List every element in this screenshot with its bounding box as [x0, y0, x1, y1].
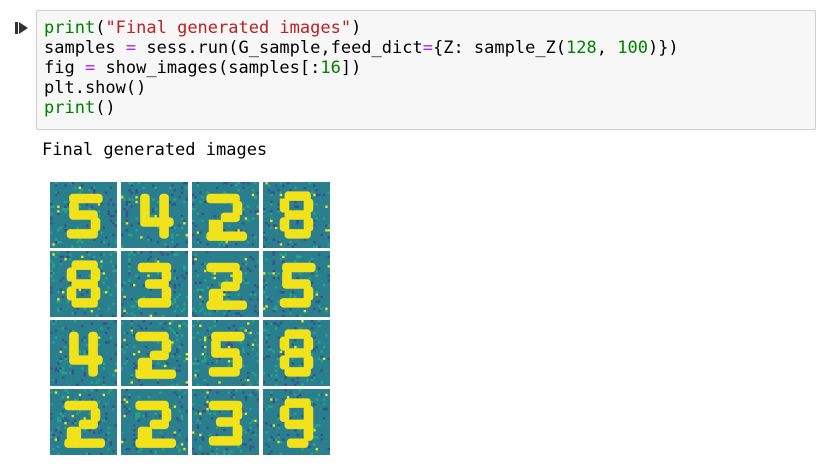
generated-image-tile	[121, 251, 188, 317]
code-token: ()	[95, 98, 116, 118]
generated-image-tile	[192, 251, 259, 317]
generated-image-tile	[50, 320, 117, 386]
output-stream-text: Final generated images	[42, 140, 268, 160]
code-token: 16	[320, 58, 341, 78]
code-token: "Final generated images"	[105, 18, 352, 38]
code-token: )})	[647, 38, 679, 58]
code-token: ,	[596, 38, 618, 58]
code-cell-input[interactable]: print("Final generated images") samples …	[36, 10, 816, 130]
code-token: )	[351, 18, 362, 38]
code-editor[interactable]: print("Final generated images") samples …	[44, 18, 679, 118]
generated-images-figure	[50, 182, 332, 458]
code-line: samples = sess.run(G_sample,feed_dict={Z…	[44, 38, 679, 58]
generated-image-tile	[50, 389, 117, 455]
code-token: 100	[617, 38, 648, 58]
code-line: print("Final generated images")	[44, 18, 361, 38]
code-line: fig = show_images(samples[:16])	[44, 58, 361, 78]
generated-image-tile	[263, 389, 330, 455]
generated-image-tile	[263, 320, 330, 386]
code-token: samples	[44, 38, 126, 58]
generated-image-tile	[121, 389, 188, 455]
code-token: print	[44, 98, 96, 118]
generated-image-tile	[263, 251, 330, 317]
generated-image-tile	[50, 251, 117, 317]
generated-image-tile	[192, 182, 259, 248]
generated-image-tile	[50, 182, 117, 248]
code-token: =	[125, 38, 137, 58]
run-cell-icon[interactable]	[14, 20, 30, 36]
code-token: 128	[566, 38, 597, 58]
code-token: plt.show()	[44, 78, 147, 98]
generated-image-tile	[192, 320, 259, 386]
code-token: ])	[340, 58, 362, 78]
generated-image-tile	[263, 182, 330, 248]
code-token: fig	[44, 58, 85, 78]
code-token: =	[84, 58, 96, 78]
code-token: show_images(samples[:	[95, 58, 321, 78]
generated-image-tile	[192, 389, 259, 455]
code-token: print	[44, 18, 96, 38]
generated-image-tile	[121, 182, 188, 248]
code-token: (	[95, 18, 106, 38]
code-token: {Z: sample_Z(	[432, 38, 567, 58]
code-line: plt.show()	[44, 78, 146, 98]
code-token: =	[422, 38, 433, 58]
code-line: print()	[44, 98, 116, 118]
generated-image-tile	[121, 320, 188, 386]
code-token: sess.run(G_sample,feed_dict	[136, 38, 423, 58]
